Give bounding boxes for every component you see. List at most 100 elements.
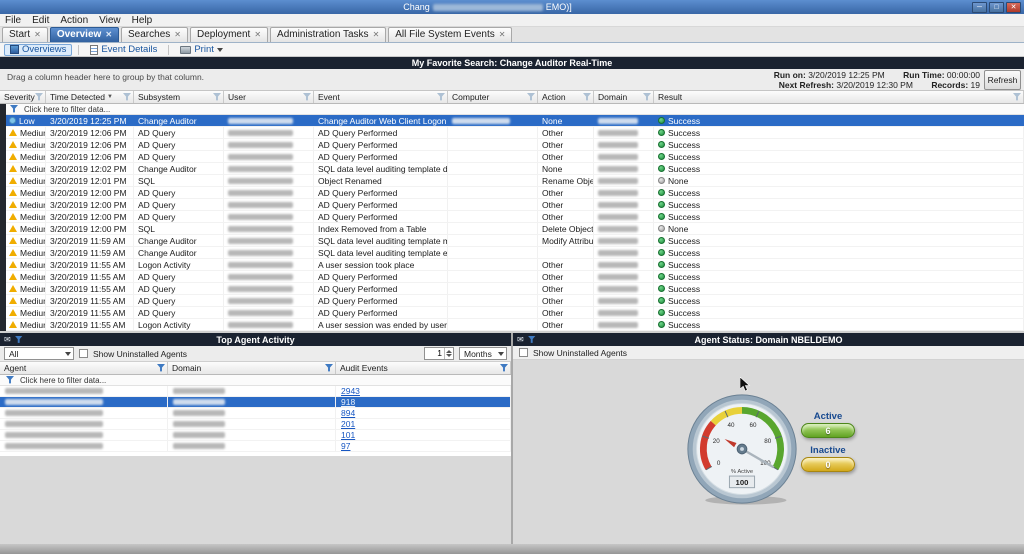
menu-item-action[interactable]: Action — [60, 15, 88, 26]
overviews-button[interactable]: Overviews — [4, 44, 72, 56]
filter-icon[interactable] — [437, 93, 445, 101]
filter-icon[interactable] — [1013, 93, 1021, 101]
refresh-button[interactable]: Refresh — [984, 70, 1021, 90]
column-header-label: Audit Events — [340, 363, 388, 373]
interval-unit-select[interactable]: Months — [459, 347, 507, 360]
tab-overview[interactable]: Overview✕ — [50, 27, 119, 42]
column-header-audit-events[interactable]: Audit Events — [336, 362, 511, 374]
table-row[interactable]: Medium3/20/2019 12:06 PMAD QueryAD Query… — [0, 139, 1024, 151]
column-header-user[interactable]: User — [224, 91, 314, 103]
table-row[interactable]: Medium3/20/2019 12:00 PMAD QueryAD Query… — [0, 187, 1024, 199]
audit-events-link[interactable]: 97 — [341, 441, 350, 451]
table-row[interactable]: Medium3/20/2019 11:55 AMAD QueryAD Query… — [0, 295, 1024, 307]
tab-close-icon[interactable]: ✕ — [34, 30, 41, 39]
active-count-pill[interactable]: 6 — [801, 423, 855, 438]
event-details-button[interactable]: Event Details — [85, 44, 162, 56]
table-row[interactable]: Medium3/20/2019 11:55 AMLogon ActivityA … — [0, 259, 1024, 271]
tab-close-icon[interactable]: ✕ — [499, 30, 506, 39]
cell-subsystem: SQL — [134, 223, 224, 234]
cell-time-detected: 3/20/2019 12:00 PM — [46, 199, 134, 210]
column-header-subsystem[interactable]: Subsystem — [134, 91, 224, 103]
table-row[interactable]: Medium3/20/2019 12:06 PMAD QueryAD Query… — [0, 127, 1024, 139]
tab-close-icon[interactable]: ✕ — [105, 30, 112, 39]
filter-icon[interactable] — [527, 93, 535, 101]
email-icon[interactable]: ✉ — [4, 336, 11, 344]
column-header-action[interactable]: Action — [538, 91, 594, 103]
table-row[interactable]: 918 — [0, 397, 511, 408]
tab-administration-tasks[interactable]: Administration Tasks✕ — [270, 27, 386, 42]
table-row[interactable]: 894 — [0, 408, 511, 419]
menu-item-view[interactable]: View — [99, 15, 121, 26]
column-header-severity[interactable]: Severity — [0, 91, 46, 103]
table-row[interactable]: Medium3/20/2019 12:01 PMSQLObject Rename… — [0, 175, 1024, 187]
redacted-text — [598, 262, 638, 268]
audit-events-link[interactable]: 101 — [341, 430, 355, 440]
tab-searches[interactable]: Searches✕ — [121, 27, 188, 42]
chevron-down-icon — [498, 352, 504, 356]
table-row[interactable]: Medium3/20/2019 12:00 PMAD QueryAD Query… — [0, 199, 1024, 211]
table-row[interactable]: Medium3/20/2019 12:00 PMAD QueryAD Query… — [0, 211, 1024, 223]
table-row[interactable]: Medium3/20/2019 11:55 AMAD QueryAD Query… — [0, 271, 1024, 283]
cell-time-detected: 3/20/2019 12:06 PM — [46, 139, 134, 150]
gauge-label-20: 20 — [713, 438, 720, 445]
column-header-time-detected[interactable]: Time Detected▼ — [46, 91, 134, 103]
info-severity-icon — [9, 117, 16, 124]
audit-events-link[interactable]: 201 — [341, 419, 355, 429]
tab-close-icon[interactable]: ✕ — [373, 30, 380, 39]
print-button[interactable]: Print — [175, 44, 228, 56]
filter-icon[interactable] — [643, 93, 651, 101]
filter-icon[interactable] — [303, 93, 311, 101]
favorite-search-header: My Favorite Search: Change Auditor Real-… — [0, 57, 1024, 69]
column-header-domain[interactable]: Domain — [168, 362, 336, 374]
table-row[interactable]: 101 — [0, 430, 511, 441]
interval-stepper[interactable] — [444, 348, 453, 359]
column-header-event[interactable]: Event — [314, 91, 448, 103]
audit-events-link[interactable]: 918 — [341, 397, 355, 407]
tab-deployment[interactable]: Deployment✕ — [190, 27, 268, 42]
menu-item-file[interactable]: File — [5, 15, 21, 26]
column-header-domain[interactable]: Domain — [594, 91, 654, 103]
table-row[interactable]: Medium3/20/2019 11:59 AMChange AuditorSQ… — [0, 235, 1024, 247]
table-row[interactable]: 201 — [0, 419, 511, 430]
table-row[interactable]: Medium3/20/2019 11:55 AMAD QueryAD Query… — [0, 283, 1024, 295]
menu-item-edit[interactable]: Edit — [32, 15, 49, 26]
table-row[interactable]: Low3/20/2019 12:25 PMChange AuditorChang… — [0, 115, 1024, 127]
filter-icon[interactable] — [583, 93, 591, 101]
table-row[interactable]: 2943 — [0, 386, 511, 397]
agent-filter-row[interactable]: Click here to filter data... — [0, 375, 511, 386]
filter-icon[interactable] — [213, 93, 221, 101]
tab-start[interactable]: Start✕ — [2, 27, 48, 42]
table-row[interactable]: Medium3/20/2019 11:55 AMAD QueryAD Query… — [0, 307, 1024, 319]
minimize-button[interactable]: ─ — [972, 2, 987, 13]
filter-icon[interactable] — [123, 93, 131, 101]
audit-events-link[interactable]: 2943 — [341, 386, 360, 396]
filter-icon[interactable] — [500, 364, 508, 372]
column-header-result[interactable]: Result — [654, 91, 1024, 103]
filter-icon[interactable] — [35, 93, 43, 101]
table-row[interactable]: Medium3/20/2019 12:02 PMChange AuditorSQ… — [0, 163, 1024, 175]
tab-close-icon[interactable]: ✕ — [174, 30, 181, 39]
filter-icon[interactable] — [157, 364, 165, 372]
table-row[interactable]: 97 — [0, 441, 511, 452]
table-row[interactable]: Medium3/20/2019 12:00 PMSQLIndex Removed… — [0, 223, 1024, 235]
close-button[interactable]: ✕ — [1006, 2, 1021, 13]
inactive-count-pill[interactable]: 0 — [801, 457, 855, 472]
column-header-computer[interactable]: Computer — [448, 91, 538, 103]
menu-item-help[interactable]: Help — [132, 15, 153, 26]
audit-events-link[interactable]: 894 — [341, 408, 355, 418]
show-uninstalled-checkbox[interactable] — [79, 349, 88, 358]
grid-filter-row[interactable]: Click here to filter data... — [0, 104, 1024, 115]
table-row[interactable]: Medium3/20/2019 11:55 AMLogon ActivityA … — [0, 319, 1024, 331]
filter-icon[interactable] — [325, 364, 333, 372]
column-header-agent[interactable]: Agent — [0, 362, 168, 374]
table-row[interactable]: Medium3/20/2019 12:06 PMAD QueryAD Query… — [0, 151, 1024, 163]
interval-input[interactable]: 1 — [424, 347, 454, 360]
maximize-button[interactable]: □ — [989, 2, 1004, 13]
show-uninstalled-checkbox[interactable] — [519, 348, 528, 357]
status-dot — [658, 177, 665, 184]
tab-close-icon[interactable]: ✕ — [254, 30, 261, 39]
table-row[interactable]: Medium3/20/2019 11:59 AMChange AuditorSQ… — [0, 247, 1024, 259]
agent-filter-select[interactable]: All — [4, 347, 74, 360]
tab-all-file-system-events[interactable]: All File System Events✕ — [388, 27, 512, 42]
email-icon[interactable]: ✉ — [517, 336, 524, 344]
